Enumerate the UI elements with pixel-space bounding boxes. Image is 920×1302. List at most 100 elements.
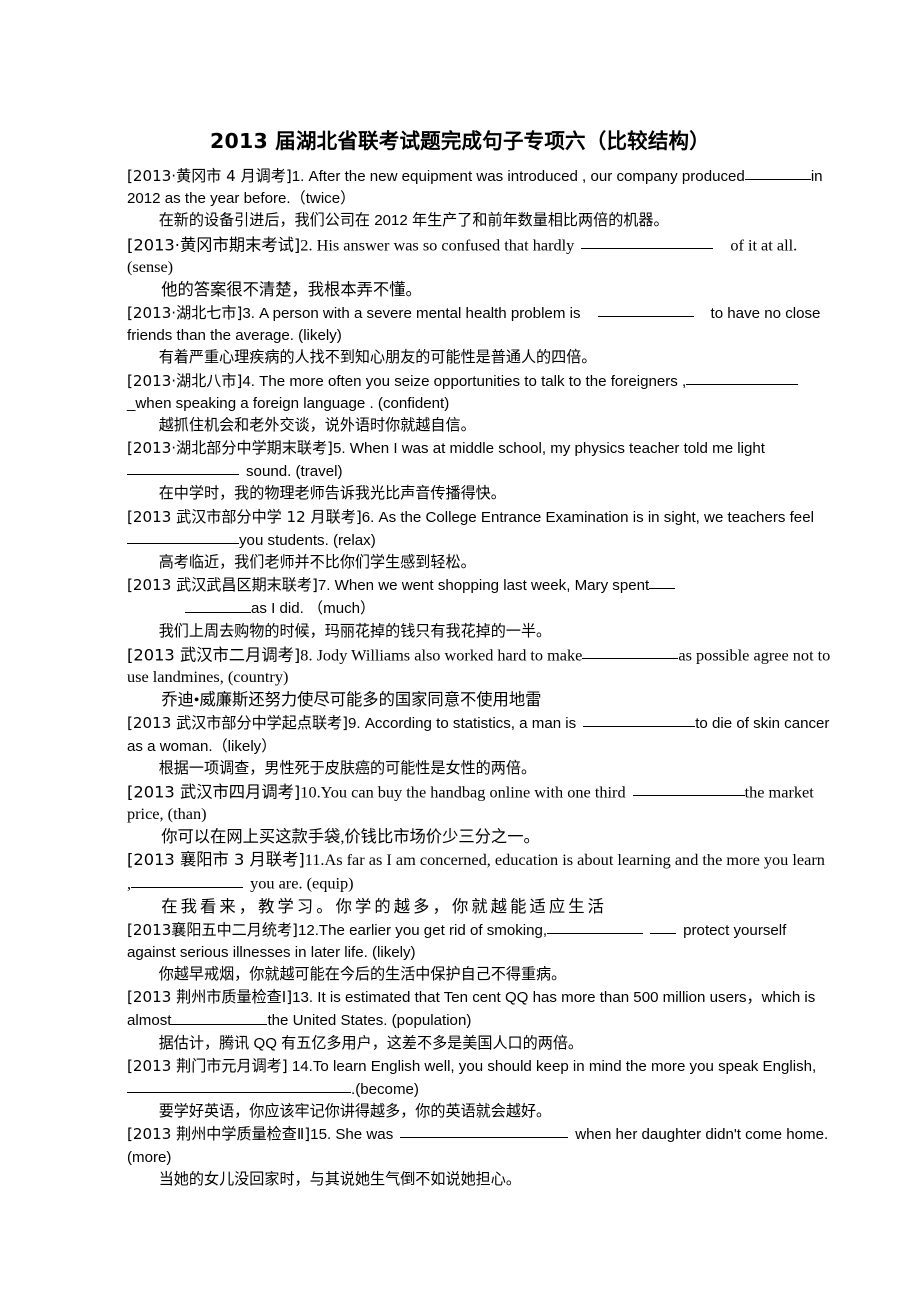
question-source: [2013·湖北八市] <box>127 371 243 390</box>
question-text-1: 5. When I was at middle school, my physi… <box>332 440 765 458</box>
question-text-1: 4. The more often you seize opportunitie… <box>242 372 687 390</box>
question-source: [2013 荆门市元月调考] <box>127 1056 288 1075</box>
question-text-1: 3. A person with a severe mental health … <box>242 305 581 323</box>
question-line: [2013·黄冈市 4 月调考]1. After the new equipme… <box>127 165 833 210</box>
list-item: [2013 武汉市二月调考]8. Jody Williams also work… <box>127 643 833 712</box>
answer-blank[interactable] <box>400 1123 569 1139</box>
answer-blank[interactable] <box>131 871 244 888</box>
question-text-1: 14.To learn English well, you should kee… <box>287 1057 817 1075</box>
question-text-1: 6. As the College Entrance Examination i… <box>361 508 814 526</box>
list-item: [2013 武汉市部分中学 12 月联考]6. As the College E… <box>127 506 833 575</box>
translation-line: 根据一项调查，男性死于皮肤癌的可能性是女性的两倍。 <box>158 759 537 777</box>
list-item: [2013襄阳五中二月统考]12.The earlier you get rid… <box>127 919 833 987</box>
question-source: [2013·黄冈市期末考试] <box>127 234 301 254</box>
page-title: 2013 届湖北省联考试题完成句子专项六（比较结构） <box>210 129 710 153</box>
translation-line: 我们上周去购物的时候，玛丽花掉的钱只有我花掉的一半。 <box>158 622 552 640</box>
question-line: [2013 襄阳市 3 月联考]11.As far as I am concer… <box>127 849 833 895</box>
translation-line: 在我看来，教学习。你学的越多，你就越能适应生活 <box>161 896 607 916</box>
exercise-list: [2013·黄冈市 4 月调考]1. After the new equipme… <box>127 165 833 1191</box>
list-item: [2013·湖北八市]4. The more often you seize o… <box>127 370 833 438</box>
translation-line: 据估计，腾讯 QQ 有五亿多用户，这差不多是美国人口的两倍。 <box>158 1034 584 1052</box>
question-text-1: 12.The earlier you get rid of smoking, <box>297 921 548 939</box>
question-source: [2013 武汉市四月调考] <box>127 782 301 802</box>
list-item: [2013 襄阳市 3 月联考]11.As far as I am concer… <box>127 849 833 918</box>
question-line: [2013 武汉市部分中学 12 月联考]6. As the College E… <box>127 506 833 552</box>
question-line: [2013 荆州中学质量检查Ⅱ]15. She was when her daug… <box>127 1123 833 1168</box>
translation-line: 你越早戒烟，你就越可能在今后的生活中保护自己不得重病。 <box>158 966 567 984</box>
question-source: [2013 襄阳市 3 月联考] <box>127 850 305 870</box>
list-item: [2013 荆州中学质量检查Ⅱ]15. She was when her daug… <box>127 1123 833 1191</box>
question-text-1: 2. His answer was so confused that hardl… <box>300 234 575 254</box>
answer-blank[interactable] <box>582 643 679 660</box>
translation-line: 在中学时，我的物理老师告诉我光比声音传播得快。 <box>158 485 506 503</box>
question-text-2: as I did. （much） <box>251 600 376 618</box>
question-text-1: 8. Jody Williams also worked hard to mak… <box>300 645 583 665</box>
question-text-2: sound. (travel) <box>246 463 343 481</box>
question-line: [2013 武汉市部分中学起点联考]9. According to statis… <box>127 712 833 757</box>
question-text-2: .(become) <box>351 1081 419 1099</box>
question-source: [2013 荆州中学质量检查Ⅱ] <box>127 1125 311 1144</box>
question-source: [2013 武汉市部分中学起点联考] <box>127 714 349 733</box>
translation-line: 他的答案很不清楚，我根本弄不懂。 <box>161 280 422 300</box>
question-line: [2013·湖北八市]4. The more often you seize o… <box>127 370 833 415</box>
question-line: [2013 荆门市元月调考] 14.To learn English well,… <box>127 1055 833 1101</box>
document-page: 2013 届湖北省联考试题完成句子专项六（比较结构） [2013·黄冈市 4 月… <box>0 0 920 1302</box>
answer-blank[interactable] <box>632 780 745 797</box>
answer-blank[interactable] <box>649 574 676 590</box>
question-line: [2013 荆州市质量检查Ⅰ]13. It is estimated that … <box>127 986 833 1032</box>
answer-blank[interactable] <box>171 1009 268 1025</box>
question-line: [2013 武汉市二月调考]8. Jody Williams also work… <box>127 643 833 689</box>
list-item: [2013·湖北七市]3. A person with a severe men… <box>127 302 833 370</box>
question-text-2: the United States. (population) <box>267 1012 472 1030</box>
answer-blank[interactable] <box>686 370 799 385</box>
answer-blank[interactable] <box>127 529 239 544</box>
answer-blank[interactable] <box>127 1078 351 1094</box>
answer-blank[interactable] <box>127 460 239 476</box>
list-item: [2013·黄冈市 4 月调考]1. After the new equipme… <box>127 165 833 233</box>
translation-line: 高考临近，我们老师并不比你们学生感到轻松。 <box>158 553 476 571</box>
question-source: [2013 武汉市部分中学 12 月联考] <box>127 507 362 526</box>
answer-blank[interactable] <box>597 302 694 318</box>
list-item: [2013 武汉市四月调考]10.You can buy the handbag… <box>127 780 833 849</box>
question-source: [2013 武汉市二月调考] <box>127 645 301 665</box>
answer-blank-2[interactable] <box>650 919 677 934</box>
answer-blank[interactable] <box>581 233 714 249</box>
question-text-1: 9. According to statistics, a man is <box>348 715 577 733</box>
translation-line: 越抓住机会和老外交谈，说外语时你就越自信。 <box>158 416 476 434</box>
translation-line: 要学好英语，你应该牢记你讲得越多，你的英语就会越好。 <box>158 1103 552 1121</box>
question-source: [2013襄阳五中二月统考] <box>127 920 298 939</box>
question-text-2: _when speaking a foreign language . (con… <box>127 394 450 412</box>
question-line: [2013 武汉武昌区期末联考]7. When we went shopping… <box>127 574 833 621</box>
question-text-2: you students. (relax) <box>239 531 376 549</box>
translation-line: 乔迪•威廉斯还努力使尽可能多的国家同意不使用地雷 <box>161 690 542 710</box>
answer-blank[interactable] <box>744 165 811 181</box>
question-line: [2013襄阳五中二月统考]12.The earlier you get rid… <box>127 919 833 964</box>
list-item: [2013·湖北部分中学期末联考]5. When I was at middle… <box>127 437 833 506</box>
question-text-2: you are. (equip) <box>250 873 354 893</box>
question-line: [2013·黄冈市期末考试]2. His answer was so confu… <box>127 233 833 279</box>
list-item: [2013 荆州市质量检查Ⅰ]13. It is estimated that … <box>127 986 833 1055</box>
answer-blank[interactable] <box>583 712 696 728</box>
question-text-1: 7. When we went shopping last week, Mary… <box>317 577 650 595</box>
answer-blank-2[interactable] <box>185 597 251 613</box>
question-text-1: 15. She was <box>310 1126 394 1144</box>
question-text-1: 1. After the new equipment was introduce… <box>291 168 745 186</box>
translation-line: 当她的女儿没回家时，与其说她生气倒不如说她担心。 <box>158 1170 521 1188</box>
question-line: [2013·湖北七市]3. A person with a severe men… <box>127 302 833 347</box>
translation-line: 在新的设备引进后，我们公司在 2012 年生产了和前年数量相比两倍的机器。 <box>158 212 669 230</box>
list-item: [2013·黄冈市期末考试]2. His answer was so confu… <box>127 233 833 302</box>
question-source: [2013 武汉武昌区期末联考] <box>127 576 318 595</box>
question-source: [2013·湖北部分中学期末联考] <box>127 439 333 458</box>
question-source: [2013 荆州市质量检查Ⅰ] <box>127 988 293 1007</box>
translation-line: 有着严重心理疾病的人找不到知心朋友的可能性是普通人的四倍。 <box>158 349 597 367</box>
answer-blank[interactable] <box>547 919 644 934</box>
list-item: [2013 荆门市元月调考] 14.To learn English well,… <box>127 1055 833 1124</box>
question-line: [2013·湖北部分中学期末联考]5. When I was at middle… <box>127 437 833 483</box>
question-text-1: 10.You can buy the handbag online with o… <box>300 782 626 802</box>
translation-line: 你可以在网上买这款手袋,价钱比市场价少三分之一。 <box>161 827 540 847</box>
question-source: [2013·黄冈市 4 月调考] <box>127 167 292 186</box>
question-source: [2013·湖北七市] <box>127 304 243 323</box>
question-line: [2013 武汉市四月调考]10.You can buy the handbag… <box>127 780 833 826</box>
list-item: [2013 武汉武昌区期末联考]7. When we went shopping… <box>127 574 833 643</box>
list-item: [2013 武汉市部分中学起点联考]9. According to statis… <box>127 712 833 780</box>
